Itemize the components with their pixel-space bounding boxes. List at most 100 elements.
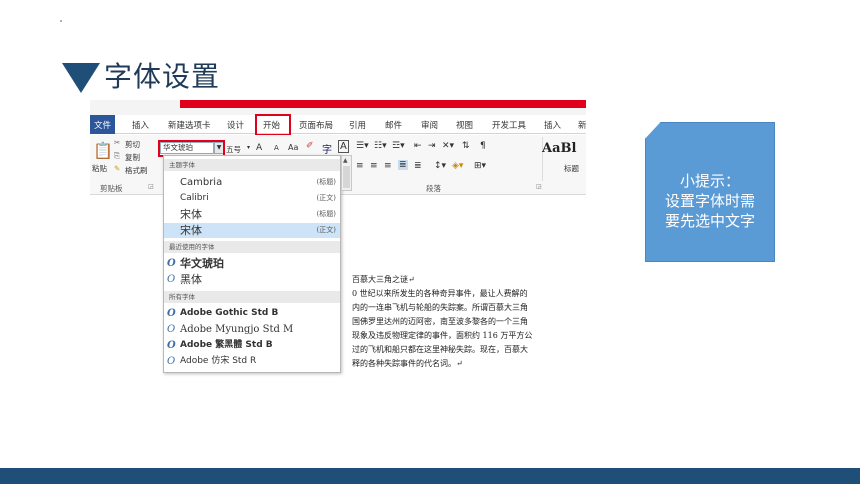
tab-view[interactable]: 视图 [456,119,473,131]
font-option-label: Calibri [180,193,209,203]
tab-file[interactable]: 文件 [90,115,115,134]
font-size-arrow-icon[interactable]: ▾ [247,144,250,151]
font-option-heiti[interactable]: O 黑体 [164,272,340,287]
font-option-tag: (正文) [316,194,336,202]
font-option-songti-heading[interactable]: 宋体 (标题) [164,207,340,222]
tab-insert-2[interactable]: 插入 [544,119,561,131]
tip-line-1: 小提示： [679,172,740,190]
font-option-label: Adobe Gothic Std B [180,308,279,318]
menu-bar: 文件 插入 新建选项卡 设计 开始 页面布局 引用 邮件 审阅 视图 开发工具 … [90,115,586,134]
tab-insert[interactable]: 插入 [132,119,149,131]
font-option-label: Adobe Myungjo Std M [180,324,294,335]
change-case-button[interactable]: Aa [288,143,298,152]
doc-line: 国佛罗里达州的迈阿密，南至波多黎各的一个三角 [352,317,528,326]
line-spacing-icon[interactable]: ↕▾ [434,161,446,171]
opentype-font-icon: O [167,340,176,351]
font-option-tag: (标题) [316,178,336,186]
font-option-label: Adobe 仿宋 Std R [180,356,257,366]
phonetic-guide-icon[interactable]: 字 [322,141,332,156]
copy-button[interactable]: 复制 [125,152,140,163]
opentype-font-icon: O [167,356,176,367]
font-dropdown-list[interactable]: 主题字体 Cambria (标题) Calibri (正文) 宋体 (标题) 宋… [163,155,341,373]
font-option-tag: (标题) [316,210,336,218]
tip-line-3: 要先选中文字 [664,212,755,230]
tab-developer[interactable]: 开发工具 [492,119,526,131]
tab-new[interactable]: 新 [578,119,586,131]
slide-title: 字体设置 [62,58,221,93]
show-marks-icon[interactable]: ¶ [480,141,486,151]
clipboard-launcher-icon[interactable]: ◲ [148,183,154,190]
font-option-label: Adobe 繁黑體 Std B [180,340,273,350]
font-option-label: 华文琥珀 [180,257,224,270]
tip-line-2: 设置字体时需 [664,192,755,210]
footer-bar [0,468,860,484]
justify-icon[interactable]: ≣ [398,160,408,170]
title-triangle-icon [62,63,100,93]
tab-new-tab[interactable]: 新建选项卡 [168,119,211,131]
paste-icon[interactable]: 📋 [93,141,113,160]
style-preview[interactable]: AaBl [542,141,576,156]
opentype-font-icon: O [167,258,176,269]
align-center-icon[interactable]: ≡ [370,161,378,171]
font-option-adobe-gothic[interactable]: O Adobe Gothic Std B [164,306,340,321]
paragraph-group-label: 段落 [426,184,441,193]
font-option-songti-body[interactable]: 宋体 (正文) [164,223,340,238]
doc-line: 0 世纪以来所发生的各种奇异事件，最让人费解的 [352,289,528,298]
dropdown-scrollbar[interactable]: ▲ [341,155,352,191]
scroll-up-icon[interactable]: ▲ [343,157,348,164]
font-size-select[interactable]: 五号 [226,144,241,155]
distribute-icon[interactable]: ≣ [414,161,422,171]
font-option-tag: (正文) [316,226,336,234]
cut-icon[interactable]: ✂ [114,138,120,147]
chinese-layout-icon[interactable]: ✕▾ [442,141,454,151]
align-right-icon[interactable]: ≡ [384,161,392,171]
borders-icon[interactable]: ⊞▾ [474,161,486,171]
doc-line: 释的各种失踪事件的代名词。↵ [352,359,463,368]
tab-review[interactable]: 审阅 [421,119,438,131]
opentype-font-icon: O [167,308,176,319]
paragraph-launcher-icon[interactable]: ◲ [536,183,542,190]
paste-button[interactable]: 粘贴 [92,163,107,174]
sort-icon[interactable]: ⇅ [462,141,470,151]
format-painter-button[interactable]: 格式刷 [125,165,148,176]
all-fonts-header: 所有字体 [164,291,340,303]
copy-icon[interactable]: ⎘ [114,151,120,161]
clipboard-group-label: 剪贴板 [100,184,123,193]
theme-fonts-header: 主题字体 [164,159,340,171]
opentype-font-icon: O [167,274,176,285]
font-option-adobe-fanhei[interactable]: O Adobe 繁黑體 Std B [164,338,340,353]
slide-title-text: 字体设置 [104,60,221,93]
doc-line: 现象及违反物理定律的事件，面积约 116 万平方公 [352,331,533,340]
font-option-label: 宋体 [180,208,202,221]
bullets-icon[interactable]: ☰▾ [356,141,369,151]
window-title-highlight [180,100,586,108]
tab-page-layout[interactable]: 页面布局 [299,119,333,131]
cut-button[interactable]: 剪切 [125,139,140,150]
font-option-label: 黑体 [180,273,202,286]
home-tab-highlight [255,114,291,136]
format-painter-icon[interactable]: ✎ [114,164,120,173]
tab-references[interactable]: 引用 [349,119,366,131]
font-option-cambria[interactable]: Cambria (标题) [164,175,340,190]
shrink-font-button[interactable]: A [274,144,279,152]
tab-mailings[interactable]: 邮件 [385,119,402,131]
font-option-calibri[interactable]: Calibri (正文) [164,191,340,206]
scrollbar-thumb[interactable] [343,166,350,188]
char-border-icon[interactable]: A [338,140,349,153]
font-option-label: Cambria [180,177,223,188]
numbering-icon[interactable]: ☷▾ [374,141,387,151]
grow-font-button[interactable]: A [256,143,262,153]
increase-indent-icon[interactable]: ⇥ [428,141,436,151]
font-option-adobe-fangsong[interactable]: O Adobe 仿宋 Std R [164,354,340,369]
font-option-adobe-myungjo[interactable]: O Adobe Myungjo Std M [164,322,340,337]
shading-icon[interactable]: ◈▾ [452,161,463,171]
clear-format-icon[interactable]: ✐ [306,141,314,151]
font-option-huawen-hupo[interactable]: O 华文琥珀 [164,256,340,271]
doc-line: 内的一连串飞机与轮船的失踪案。所谓百慕大三角 [352,303,528,312]
align-left-icon[interactable]: ≡ [356,161,364,171]
tip-callout: 小提示： 设置字体时需 要先选中文字 [645,122,775,262]
decrease-indent-icon[interactable]: ⇤ [414,141,422,151]
multilevel-list-icon[interactable]: ☲▾ [392,141,405,151]
tab-design[interactable]: 设计 [227,119,244,131]
decorative-dot [60,20,62,22]
